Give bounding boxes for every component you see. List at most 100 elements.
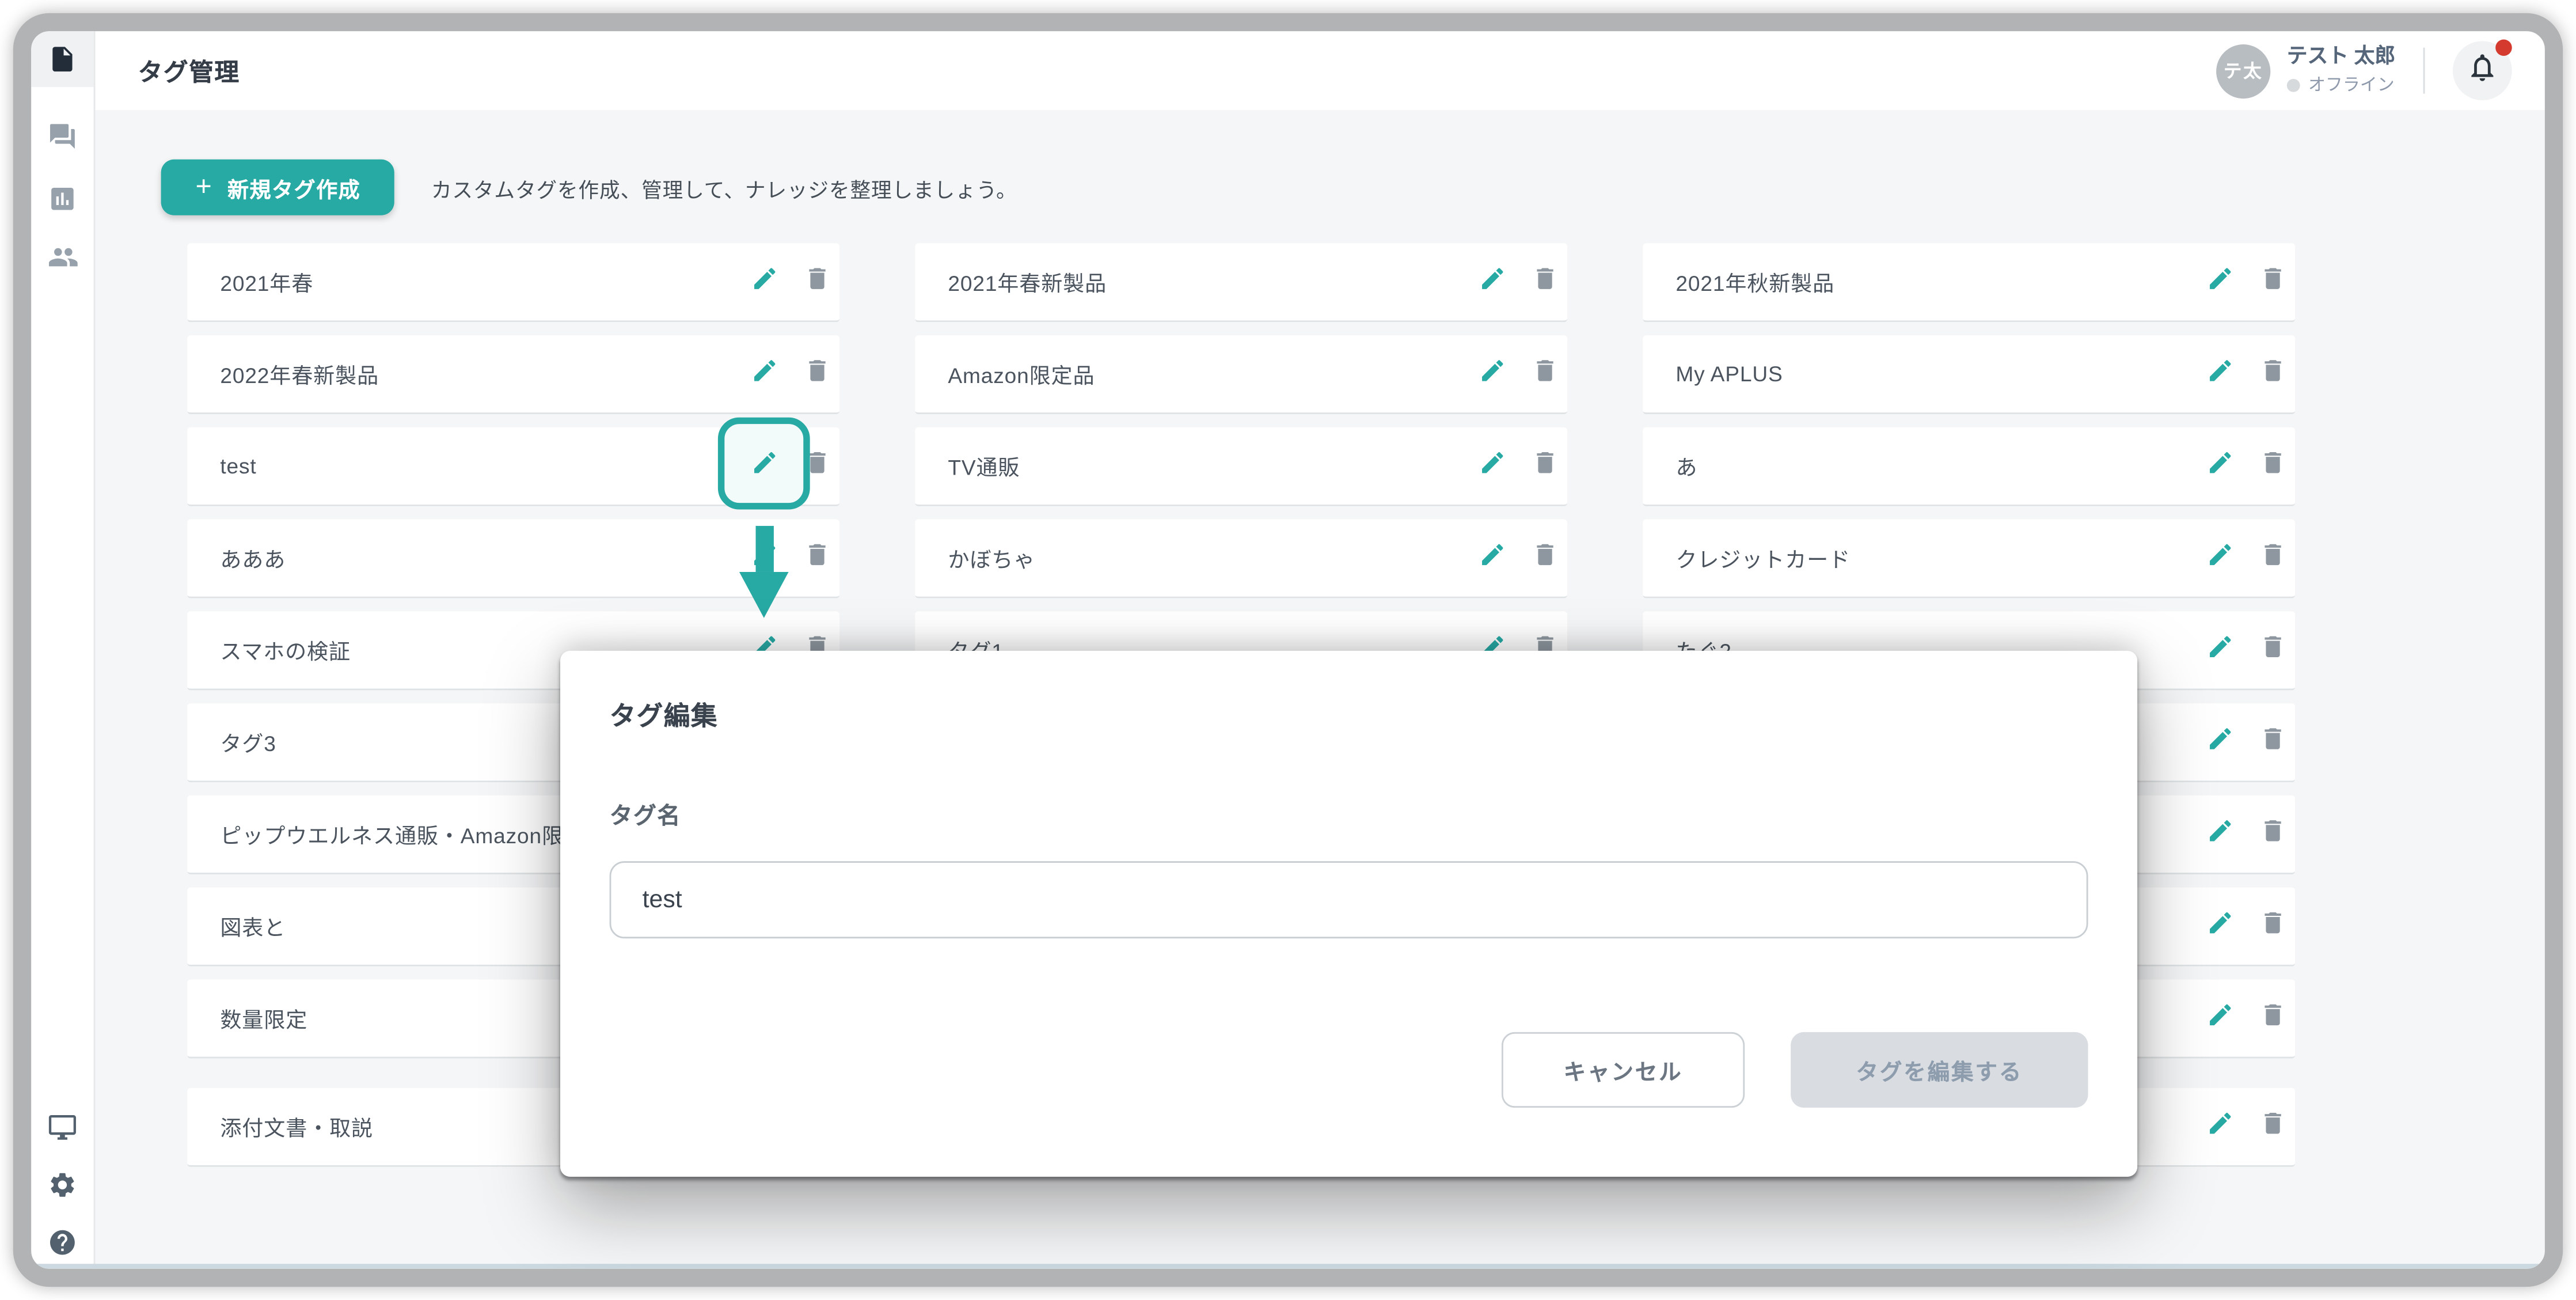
edit-tag-button[interactable] <box>2200 1107 2239 1146</box>
edit-tag-button[interactable] <box>1472 354 1511 393</box>
notifications-button[interactable] <box>2453 41 2512 100</box>
delete-tag-button[interactable] <box>797 262 836 301</box>
delete-tag-button[interactable] <box>2252 814 2292 854</box>
plus-icon: + <box>196 173 213 201</box>
sidebar-item-documents[interactable] <box>31 31 93 87</box>
settings-gear-icon <box>48 1170 77 1200</box>
trash-icon <box>2258 448 2286 484</box>
edit-tag-button[interactable] <box>2200 354 2239 393</box>
edit-tag-button-highlighted[interactable] <box>744 446 784 486</box>
tag-name-input[interactable] <box>610 861 2088 938</box>
user-menu[interactable]: テ太 テスト 太郎 オフライン <box>2216 44 2395 98</box>
trash-icon <box>1530 356 1559 392</box>
delete-tag-button[interactable] <box>1525 446 1564 486</box>
offline-status-dot <box>2287 78 2300 92</box>
edit-tag-button[interactable] <box>2200 814 2239 854</box>
trash-icon <box>803 264 831 300</box>
tag-name: かぼちゃ <box>948 543 1472 574</box>
create-tag-button[interactable]: + 新規タグ作成 <box>161 160 395 215</box>
pencil-icon <box>750 448 778 484</box>
tag-row: 2021年秋新製品 <box>1643 243 2295 322</box>
sidebar-item-help[interactable] <box>43 1223 82 1262</box>
pencil-icon <box>2206 448 2234 484</box>
delete-tag-button[interactable] <box>2252 998 2292 1037</box>
tag-row: Amazon限定品 <box>915 335 1567 414</box>
notification-badge <box>2495 39 2512 56</box>
content-area: + 新規タグ作成 カスタムタグを作成、管理して、ナレッジを整理しましょう。 20… <box>95 110 2544 1269</box>
tag-name-label: タグ名 <box>610 799 2088 832</box>
trash-icon <box>2258 908 2286 944</box>
delete-tag-button[interactable] <box>1525 262 1564 301</box>
pencil-icon <box>2206 724 2234 760</box>
pencil-icon <box>750 264 778 300</box>
sidebar-item-users[interactable] <box>43 237 82 276</box>
trash-icon <box>1530 264 1559 300</box>
pencil-icon <box>2206 908 2234 944</box>
edit-tag-button[interactable] <box>744 262 784 301</box>
app-window: タグ管理 テ太 テスト 太郎 オフライン <box>31 31 2545 1269</box>
tag-row: TV通販 <box>915 427 1567 506</box>
edit-tag-button[interactable] <box>744 538 784 577</box>
tag-name: クレジットカード <box>1675 543 2199 574</box>
delete-tag-button[interactable] <box>2252 354 2292 393</box>
sidebar-item-settings[interactable] <box>43 1165 82 1204</box>
sidebar-item-chat[interactable] <box>43 117 82 156</box>
delete-tag-button[interactable] <box>797 354 836 393</box>
trash-icon <box>1530 540 1559 576</box>
edit-tag-button[interactable] <box>2200 446 2239 486</box>
tag-row: クレジットカード <box>1643 520 2295 598</box>
delete-tag-button[interactable] <box>2252 722 2292 761</box>
edit-tag-button[interactable] <box>2200 722 2239 761</box>
bar-chart-icon <box>48 184 77 214</box>
edit-tag-button[interactable] <box>2200 907 2239 946</box>
edit-tag-button[interactable] <box>744 354 784 393</box>
create-tag-button-label: 新規タグ作成 <box>227 172 360 203</box>
tag-name: Amazon限定品 <box>948 358 1472 389</box>
delete-tag-button[interactable] <box>1525 354 1564 393</box>
delete-tag-button[interactable] <box>2252 907 2292 946</box>
trash-icon <box>803 540 831 576</box>
delete-tag-button[interactable] <box>2252 1107 2292 1146</box>
sidebar <box>31 31 95 1269</box>
modal-title: タグ編集 <box>610 693 2088 733</box>
tag-name: 2021年秋新製品 <box>1675 266 2199 297</box>
tag-row: 2021年春新製品 <box>915 243 1567 322</box>
header-divider <box>2423 48 2425 94</box>
edit-tag-button[interactable] <box>1472 262 1511 301</box>
tag-name: test <box>220 454 744 479</box>
edit-tag-button[interactable] <box>1472 446 1511 486</box>
submit-button[interactable]: タグを編集する <box>1791 1032 2088 1108</box>
tag-name: あああ <box>220 543 744 574</box>
chat-icon <box>48 122 77 151</box>
tag-name: 2021年春新製品 <box>948 266 1472 297</box>
people-icon <box>47 241 78 272</box>
edit-tag-modal: タグ編集 タグ名 キャンセル タグを編集する <box>560 651 2137 1177</box>
tag-row: 2021年春 <box>187 243 839 322</box>
pencil-icon <box>2206 1109 2234 1145</box>
sidebar-item-monitor[interactable] <box>43 1108 82 1147</box>
pencil-icon <box>2206 540 2234 576</box>
trash-icon <box>2258 540 2286 576</box>
trash-icon <box>2258 1109 2286 1145</box>
delete-tag-button[interactable] <box>2252 630 2292 669</box>
edit-tag-button[interactable] <box>2200 538 2239 577</box>
delete-tag-button[interactable] <box>2252 262 2292 301</box>
edit-tag-button[interactable] <box>1472 538 1511 577</box>
delete-tag-button[interactable] <box>797 538 836 577</box>
pencil-icon <box>2206 816 2234 852</box>
pencil-icon <box>750 356 778 392</box>
delete-tag-button[interactable] <box>2252 538 2292 577</box>
page-title: タグ管理 <box>138 54 240 88</box>
top-bar: タグ管理 テ太 テスト 太郎 オフライン <box>95 31 2544 110</box>
delete-tag-button[interactable] <box>2252 446 2292 486</box>
tag-row: 2022年春新製品 <box>187 335 839 414</box>
pencil-icon <box>750 540 778 576</box>
sidebar-item-analytics[interactable] <box>43 179 82 218</box>
tag-name: 2021年春 <box>220 266 744 297</box>
cancel-button[interactable]: キャンセル <box>1502 1032 1745 1108</box>
edit-tag-button[interactable] <box>2200 262 2239 301</box>
edit-tag-button[interactable] <box>2200 630 2239 669</box>
monitor-icon <box>48 1113 77 1142</box>
delete-tag-button[interactable] <box>1525 538 1564 577</box>
edit-tag-button[interactable] <box>2200 998 2239 1037</box>
